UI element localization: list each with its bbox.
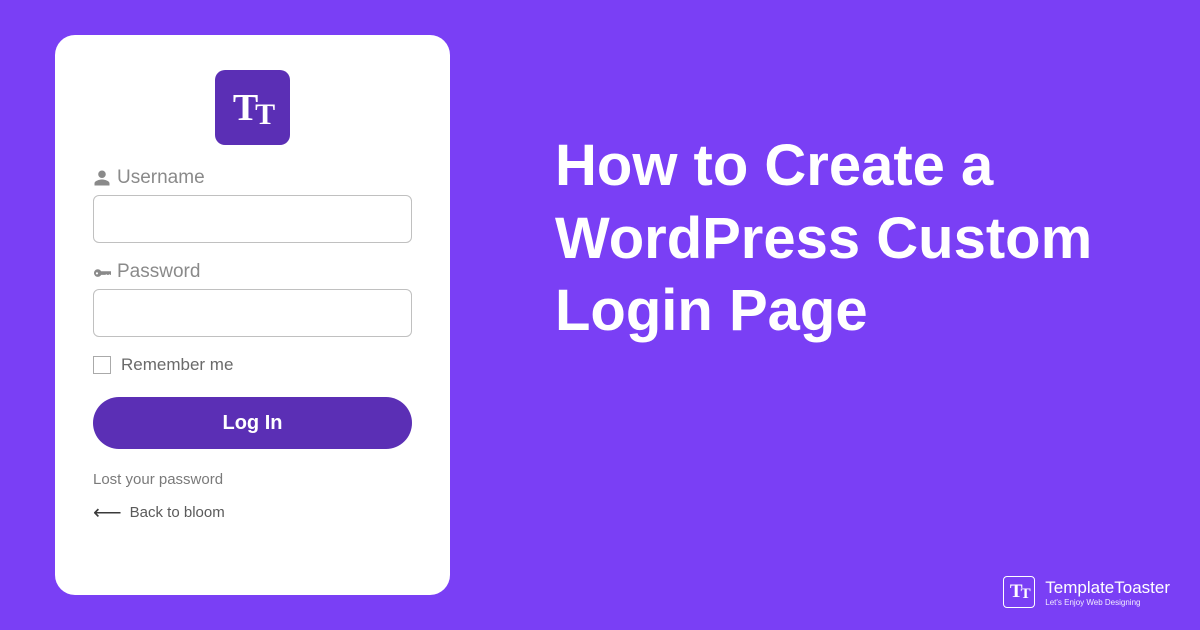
username-label: Username	[117, 167, 205, 189]
brand-name: TemplateToaster	[1045, 578, 1170, 598]
login-button[interactable]: Log In	[93, 397, 412, 449]
username-label-row: Username	[93, 167, 412, 189]
arrow-left-icon: ⟵	[93, 500, 122, 525]
brand-logo-icon: TT	[1003, 576, 1035, 608]
logo-icon: TT	[233, 86, 272, 130]
brand-footer: TT TemplateToaster Let's Enjoy Web Desig…	[1003, 576, 1170, 608]
username-field-group: Username	[93, 167, 412, 243]
user-icon	[93, 169, 111, 187]
logo-box: TT	[215, 70, 290, 145]
brand-text-block: TemplateToaster Let's Enjoy Web Designin…	[1045, 578, 1170, 607]
brand-tagline: Let's Enjoy Web Designing	[1045, 598, 1170, 607]
remember-me-label: Remember me	[121, 355, 233, 375]
login-card: TT Username Password Remember me Log In …	[55, 35, 450, 595]
key-icon	[93, 263, 111, 281]
forgot-password-link[interactable]: Lost your password	[93, 471, 412, 488]
remember-me-checkbox[interactable]	[93, 356, 111, 374]
password-label: Password	[117, 261, 200, 283]
page-headline: How to Create a WordPress Custom Login P…	[555, 130, 1155, 348]
username-input[interactable]	[93, 195, 412, 243]
back-link-text: Back to bloom	[130, 504, 225, 521]
back-to-site-link[interactable]: ⟵ Back to bloom	[93, 500, 412, 525]
password-input[interactable]	[93, 289, 412, 337]
password-label-row: Password	[93, 261, 412, 283]
password-field-group: Password	[93, 261, 412, 337]
remember-me-row[interactable]: Remember me	[93, 355, 412, 375]
